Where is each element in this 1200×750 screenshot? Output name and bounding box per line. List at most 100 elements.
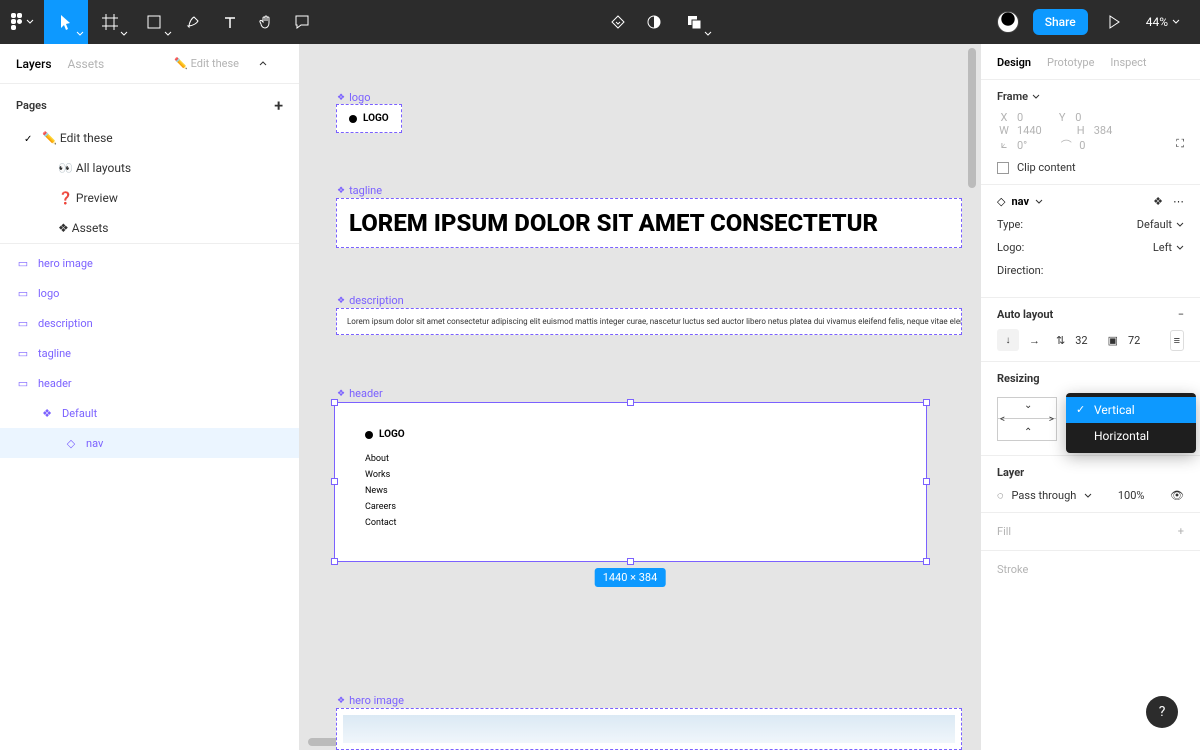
shape-tool-button[interactable]: [132, 0, 176, 44]
layer-header[interactable]: ▭header: [0, 368, 299, 398]
visibility-toggle[interactable]: 👁: [1170, 489, 1184, 502]
assets-tab[interactable]: Assets: [68, 57, 105, 71]
remove-auto-layout-button[interactable]: −: [1178, 308, 1184, 321]
prototype-tab[interactable]: Prototype: [1047, 56, 1094, 69]
canvas-hero-frame[interactable]: [336, 708, 962, 750]
spacing-icon: ⇅: [1056, 334, 1065, 347]
canvas[interactable]: logo LOGO tagline LOREM IPSUM DOLOR SIT …: [300, 44, 980, 750]
independent-corners-button[interactable]: ⛶: [1176, 137, 1184, 153]
pen-tool-button[interactable]: [176, 0, 212, 44]
nav-link: Works: [365, 470, 896, 480]
layer-description[interactable]: ▭description: [0, 308, 299, 338]
fill-section[interactable]: Fill+: [981, 513, 1200, 551]
user-avatar[interactable]: [997, 11, 1019, 33]
frame-section: Frame X0 Y0 W1440 H384 ⟀0° ⌒0 ⛶ Clip con…: [981, 80, 1200, 185]
prop-type-value[interactable]: Default: [1137, 218, 1184, 231]
canvas-label-tagline[interactable]: tagline: [337, 184, 382, 197]
selection-handle[interactable]: [627, 558, 634, 565]
dropdown-option-vertical[interactable]: Vertical: [1066, 397, 1196, 423]
canvas-label-hero[interactable]: hero image: [337, 694, 404, 707]
prop-type-label: Type:: [997, 218, 1023, 231]
frame-rotation[interactable]: 0°: [1017, 139, 1027, 152]
hand-tool-button[interactable]: [248, 0, 284, 44]
present-button[interactable]: [1096, 0, 1132, 44]
component-name[interactable]: nav: [1011, 195, 1029, 208]
layer-tagline[interactable]: ▭tagline: [0, 338, 299, 368]
add-page-button[interactable]: +: [274, 96, 283, 115]
boolean-button[interactable]: [672, 0, 716, 44]
selection-dimensions-badge: 1440 × 384: [595, 568, 666, 587]
left-panel: Layers Assets ✏️ Edit these Pages + ✏️ E…: [0, 44, 300, 750]
canvas-label-description[interactable]: description: [337, 294, 404, 307]
frame-heading[interactable]: Frame: [997, 90, 1184, 103]
canvas-label-logo[interactable]: logo: [337, 91, 370, 104]
canvas-label-header[interactable]: header: [337, 387, 383, 400]
layer-default[interactable]: ❖Default: [0, 398, 299, 428]
design-tab[interactable]: Design: [997, 56, 1031, 69]
selection-handle[interactable]: [331, 558, 338, 565]
logo-dot-icon: [365, 431, 373, 439]
opacity-field[interactable]: 100%: [1118, 489, 1145, 502]
frame-w[interactable]: 1440: [1017, 124, 1042, 137]
canvas-description-frame[interactable]: Lorem ipsum dolor sit amet consectetur a…: [336, 308, 962, 335]
direction-horizontal-button[interactable]: →: [1029, 334, 1040, 347]
add-fill-button[interactable]: +: [1178, 525, 1184, 538]
comment-tool-button[interactable]: [284, 0, 320, 44]
clip-content-checkbox[interactable]: [997, 162, 1009, 174]
frame-x[interactable]: 0: [1017, 111, 1023, 124]
page-item-preview[interactable]: ❓ Preview: [0, 183, 299, 213]
help-button[interactable]: ?: [1146, 696, 1178, 728]
stroke-section[interactable]: Stroke: [981, 551, 1200, 588]
move-tool-button[interactable]: [44, 0, 88, 44]
selection-handle[interactable]: [627, 399, 634, 406]
page-item-assets[interactable]: ❖ Assets: [0, 213, 299, 243]
prop-logo-value[interactable]: Left: [1153, 241, 1184, 254]
layers-tab[interactable]: Layers: [16, 57, 52, 71]
page-switcher[interactable]: ✏️ Edit these: [174, 57, 267, 70]
selection-handle[interactable]: [923, 399, 930, 406]
component-more-button[interactable]: ⋯: [1173, 195, 1184, 208]
share-button[interactable]: Share: [1033, 9, 1088, 35]
padding-field[interactable]: 72: [1128, 334, 1140, 347]
frame-y[interactable]: 0: [1075, 111, 1081, 124]
go-to-main-button[interactable]: ❖: [1153, 195, 1163, 208]
canvas-logo-frame[interactable]: LOGO: [336, 104, 402, 133]
canvas-header-frame[interactable]: LOGO About Works News Careers Contact: [334, 402, 927, 562]
layer-hero-image[interactable]: ▭hero image: [0, 248, 299, 278]
text-tool-button[interactable]: [212, 0, 248, 44]
selection-handle[interactable]: [331, 478, 338, 485]
inspect-tab[interactable]: Inspect: [1110, 56, 1146, 69]
reset-instance-button[interactable]: [600, 0, 636, 44]
direction-vertical-button[interactable]: ↓: [997, 329, 1019, 351]
vertical-scrollbar[interactable]: [968, 48, 976, 734]
canvas-tagline-frame[interactable]: LOREM IPSUM DOLOR SIT AMET CONSECTETUR: [336, 198, 962, 248]
selection-handle[interactable]: [923, 558, 930, 565]
mask-button[interactable]: [636, 0, 672, 44]
selection-handle[interactable]: [923, 478, 930, 485]
nav-link: Contact: [365, 518, 896, 528]
radius-icon: ⌒: [1059, 137, 1073, 153]
selection-handle[interactable]: [331, 399, 338, 406]
logo-dot-icon: [349, 115, 357, 123]
nav-link: News: [365, 486, 896, 496]
blend-mode-dropdown[interactable]: Pass through: [1012, 489, 1077, 502]
zoom-dropdown[interactable]: 44%: [1132, 15, 1194, 29]
alignment-button[interactable]: ≡: [1170, 330, 1184, 351]
nav-link: About: [365, 454, 896, 464]
page-item-all-layouts[interactable]: 👀 All layouts: [0, 153, 299, 183]
layer-section: Layer ◌ Pass through 100% 👁: [981, 456, 1200, 513]
direction-dropdown-menu: Vertical Horizontal: [1066, 393, 1196, 453]
auto-layout-heading: Auto layout: [997, 308, 1053, 321]
top-toolbar: Share 44%: [0, 0, 1200, 44]
frame-tool-button[interactable]: [88, 0, 132, 44]
figma-menu-button[interactable]: [0, 0, 44, 44]
page-item-edit-these[interactable]: ✏️ Edit these: [0, 123, 299, 153]
constraints-widget[interactable]: ⌄ ⌃ < >: [997, 397, 1057, 441]
gap-field[interactable]: 32: [1075, 334, 1087, 347]
layer-logo[interactable]: ▭logo: [0, 278, 299, 308]
frame-radius[interactable]: 0: [1079, 139, 1085, 152]
padding-icon: ▣: [1108, 334, 1118, 347]
dropdown-option-horizontal[interactable]: Horizontal: [1066, 423, 1196, 449]
layer-nav[interactable]: ◇nav: [0, 428, 299, 458]
frame-h[interactable]: 384: [1094, 124, 1113, 137]
